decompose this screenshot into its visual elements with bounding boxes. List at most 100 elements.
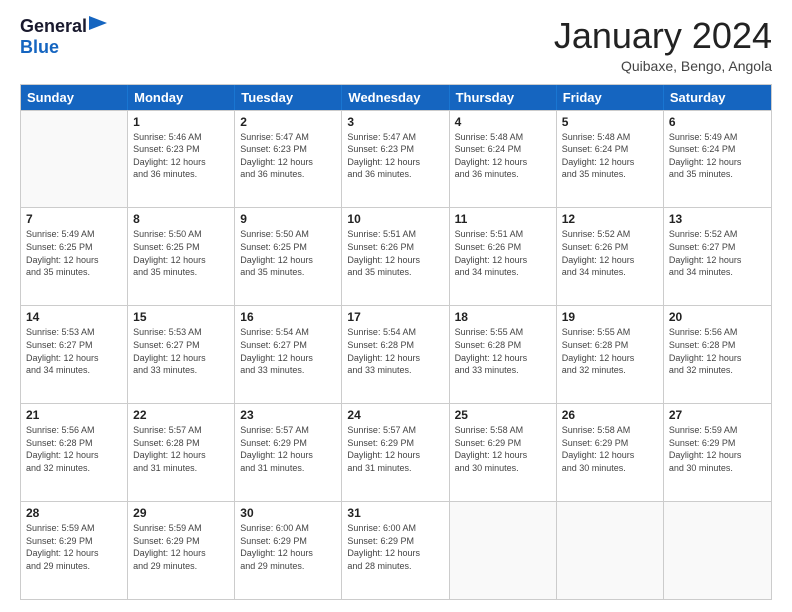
calendar-cell: 13 Sunrise: 5:52 AM Sunset: 6:27 PM Dayli… xyxy=(664,208,771,305)
calendar-cell xyxy=(557,502,664,599)
day-info: Sunrise: 5:50 AM Sunset: 6:25 PM Dayligh… xyxy=(133,228,229,278)
day-info: Sunrise: 5:59 AM Sunset: 6:29 PM Dayligh… xyxy=(26,522,122,572)
calendar-week: 1 Sunrise: 5:46 AM Sunset: 6:23 PM Daylig… xyxy=(21,110,771,208)
day-info: Sunrise: 5:57 AM Sunset: 6:29 PM Dayligh… xyxy=(347,424,443,474)
calendar-week: 21 Sunrise: 5:56 AM Sunset: 6:28 PM Dayli… xyxy=(21,403,771,501)
calendar-cell: 17Sunrise: 5:54 AM Sunset: 6:28 PM Dayli… xyxy=(342,306,449,403)
day-number: 21 xyxy=(26,408,122,422)
calendar: SundayMondayTuesdayWednesdayThursdayFrid… xyxy=(20,84,772,600)
calendar-cell: 2 Sunrise: 5:47 AM Sunset: 6:23 PM Daylig… xyxy=(235,111,342,208)
calendar-header-cell: Wednesday xyxy=(342,85,449,110)
calendar-cell: 19 Sunrise: 5:55 AM Sunset: 6:28 PM Dayli… xyxy=(557,306,664,403)
calendar-header-cell: Monday xyxy=(128,85,235,110)
day-number: 15 xyxy=(133,310,229,324)
calendar-cell: 28 Sunrise: 5:59 AM Sunset: 6:29 PM Dayli… xyxy=(21,502,128,599)
calendar-cell: 1 Sunrise: 5:46 AM Sunset: 6:23 PM Daylig… xyxy=(128,111,235,208)
day-info: Sunrise: 5:47 AM Sunset: 6:23 PM Dayligh… xyxy=(240,131,336,181)
calendar-header-cell: Thursday xyxy=(450,85,557,110)
calendar-cell: 8 Sunrise: 5:50 AM Sunset: 6:25 PM Daylig… xyxy=(128,208,235,305)
day-info: Sunrise: 5:51 AM Sunset: 6:26 PM Dayligh… xyxy=(455,228,551,278)
calendar-cell: 9 Sunrise: 5:50 AM Sunset: 6:25 PM Daylig… xyxy=(235,208,342,305)
calendar-cell: 30 Sunrise: 6:00 AM Sunset: 6:29 PM Dayli… xyxy=(235,502,342,599)
day-number: 17 xyxy=(347,310,443,324)
day-info: Sunrise: 6:00 AM Sunset: 6:29 PM Dayligh… xyxy=(347,522,443,572)
day-info: Sunrise: 5:56 AM Sunset: 6:28 PM Dayligh… xyxy=(669,326,766,376)
month-title: January 2024 xyxy=(554,16,772,56)
header: General Blue January 2024 Quibaxe, Bengo… xyxy=(20,16,772,74)
page: General Blue January 2024 Quibaxe, Bengo… xyxy=(0,0,792,612)
calendar-cell xyxy=(450,502,557,599)
calendar-header-cell: Saturday xyxy=(664,85,771,110)
calendar-week: 7Sunrise: 5:49 AM Sunset: 6:25 PM Daylig… xyxy=(21,207,771,305)
day-info: Sunrise: 5:48 AM Sunset: 6:24 PM Dayligh… xyxy=(455,131,551,181)
day-info: Sunrise: 5:55 AM Sunset: 6:28 PM Dayligh… xyxy=(562,326,658,376)
day-number: 4 xyxy=(455,115,551,129)
day-number: 8 xyxy=(133,212,229,226)
day-number: 2 xyxy=(240,115,336,129)
calendar-cell: 22 Sunrise: 5:57 AM Sunset: 6:28 PM Dayli… xyxy=(128,404,235,501)
day-number: 10 xyxy=(347,212,443,226)
day-info: Sunrise: 5:58 AM Sunset: 6:29 PM Dayligh… xyxy=(562,424,658,474)
day-number: 23 xyxy=(240,408,336,422)
day-info: Sunrise: 5:53 AM Sunset: 6:27 PM Dayligh… xyxy=(133,326,229,376)
calendar-cell: 6 Sunrise: 5:49 AM Sunset: 6:24 PM Daylig… xyxy=(664,111,771,208)
calendar-cell: 29Sunrise: 5:59 AM Sunset: 6:29 PM Dayli… xyxy=(128,502,235,599)
calendar-header-row: SundayMondayTuesdayWednesdayThursdayFrid… xyxy=(21,85,771,110)
calendar-cell: 3 Sunrise: 5:47 AM Sunset: 6:23 PM Daylig… xyxy=(342,111,449,208)
day-number: 30 xyxy=(240,506,336,520)
day-info: Sunrise: 5:54 AM Sunset: 6:27 PM Dayligh… xyxy=(240,326,336,376)
day-info: Sunrise: 5:57 AM Sunset: 6:29 PM Dayligh… xyxy=(240,424,336,474)
day-number: 22 xyxy=(133,408,229,422)
day-number: 3 xyxy=(347,115,443,129)
day-info: Sunrise: 5:55 AM Sunset: 6:28 PM Dayligh… xyxy=(455,326,551,376)
day-number: 11 xyxy=(455,212,551,226)
calendar-cell: 25 Sunrise: 5:58 AM Sunset: 6:29 PM Dayli… xyxy=(450,404,557,501)
day-info: Sunrise: 5:52 AM Sunset: 6:27 PM Dayligh… xyxy=(669,228,766,278)
day-info: Sunrise: 6:00 AM Sunset: 6:29 PM Dayligh… xyxy=(240,522,336,572)
day-number: 13 xyxy=(669,212,766,226)
calendar-cell: 20Sunrise: 5:56 AM Sunset: 6:28 PM Dayli… xyxy=(664,306,771,403)
day-info: Sunrise: 5:46 AM Sunset: 6:23 PM Dayligh… xyxy=(133,131,229,181)
day-number: 1 xyxy=(133,115,229,129)
day-number: 18 xyxy=(455,310,551,324)
day-number: 19 xyxy=(562,310,658,324)
calendar-week: 28 Sunrise: 5:59 AM Sunset: 6:29 PM Dayli… xyxy=(21,501,771,599)
day-number: 27 xyxy=(669,408,766,422)
day-number: 28 xyxy=(26,506,122,520)
calendar-header-cell: Friday xyxy=(557,85,664,110)
day-number: 12 xyxy=(562,212,658,226)
day-info: Sunrise: 5:52 AM Sunset: 6:26 PM Dayligh… xyxy=(562,228,658,278)
calendar-cell: 5Sunrise: 5:48 AM Sunset: 6:24 PM Daylig… xyxy=(557,111,664,208)
day-info: Sunrise: 5:51 AM Sunset: 6:26 PM Dayligh… xyxy=(347,228,443,278)
calendar-header-cell: Tuesday xyxy=(235,85,342,110)
calendar-cell: 11 Sunrise: 5:51 AM Sunset: 6:26 PM Dayli… xyxy=(450,208,557,305)
day-info: Sunrise: 5:57 AM Sunset: 6:28 PM Dayligh… xyxy=(133,424,229,474)
day-number: 24 xyxy=(347,408,443,422)
day-number: 9 xyxy=(240,212,336,226)
calendar-cell: 26 Sunrise: 5:58 AM Sunset: 6:29 PM Dayli… xyxy=(557,404,664,501)
calendar-cell: 15 Sunrise: 5:53 AM Sunset: 6:27 PM Dayli… xyxy=(128,306,235,403)
day-number: 29 xyxy=(133,506,229,520)
calendar-cell: 21 Sunrise: 5:56 AM Sunset: 6:28 PM Dayli… xyxy=(21,404,128,501)
calendar-header-cell: Sunday xyxy=(21,85,128,110)
title-block: January 2024 Quibaxe, Bengo, Angola xyxy=(554,16,772,74)
calendar-cell: 31Sunrise: 6:00 AM Sunset: 6:29 PM Dayli… xyxy=(342,502,449,599)
day-info: Sunrise: 5:50 AM Sunset: 6:25 PM Dayligh… xyxy=(240,228,336,278)
day-number: 26 xyxy=(562,408,658,422)
day-number: 25 xyxy=(455,408,551,422)
calendar-cell: 24 Sunrise: 5:57 AM Sunset: 6:29 PM Dayli… xyxy=(342,404,449,501)
calendar-cell xyxy=(664,502,771,599)
calendar-cell: 10 Sunrise: 5:51 AM Sunset: 6:26 PM Dayli… xyxy=(342,208,449,305)
day-info: Sunrise: 5:49 AM Sunset: 6:24 PM Dayligh… xyxy=(669,131,766,181)
calendar-cell: 23 Sunrise: 5:57 AM Sunset: 6:29 PM Dayli… xyxy=(235,404,342,501)
calendar-week: 14Sunrise: 5:53 AM Sunset: 6:27 PM Dayli… xyxy=(21,305,771,403)
calendar-cell: 18 Sunrise: 5:55 AM Sunset: 6:28 PM Dayli… xyxy=(450,306,557,403)
calendar-cell: 12 Sunrise: 5:52 AM Sunset: 6:26 PM Dayli… xyxy=(557,208,664,305)
calendar-cell xyxy=(21,111,128,208)
day-number: 6 xyxy=(669,115,766,129)
day-info: Sunrise: 5:58 AM Sunset: 6:29 PM Dayligh… xyxy=(455,424,551,474)
day-info: Sunrise: 5:49 AM Sunset: 6:25 PM Dayligh… xyxy=(26,228,122,278)
day-info: Sunrise: 5:53 AM Sunset: 6:27 PM Dayligh… xyxy=(26,326,122,376)
day-info: Sunrise: 5:47 AM Sunset: 6:23 PM Dayligh… xyxy=(347,131,443,181)
day-info: Sunrise: 5:56 AM Sunset: 6:28 PM Dayligh… xyxy=(26,424,122,474)
